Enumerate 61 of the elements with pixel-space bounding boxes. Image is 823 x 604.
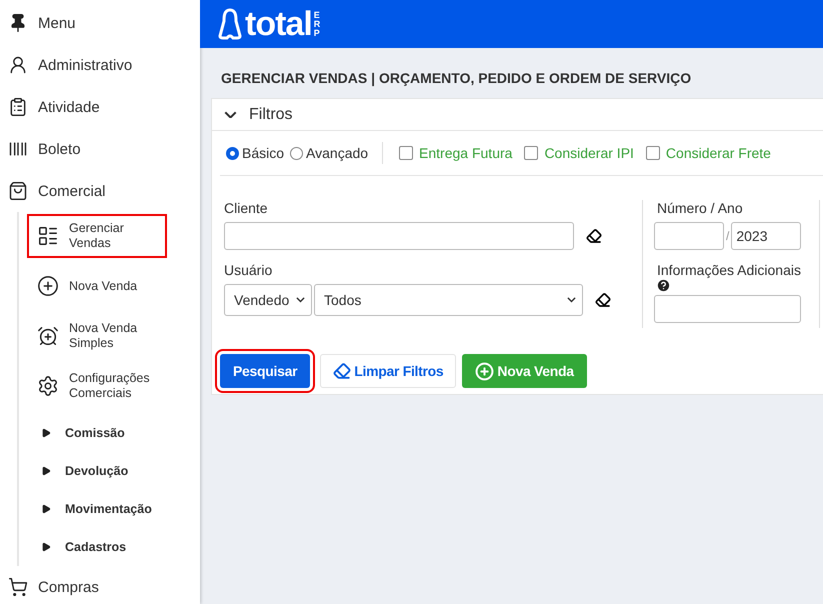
- search-button[interactable]: Pesquisar: [220, 354, 310, 388]
- eraser-icon: [333, 362, 352, 380]
- menu-item[interactable]: Administrativo: [0, 44, 200, 86]
- plus-circle-icon: [475, 362, 494, 380]
- year-field[interactable]: 2023: [731, 222, 802, 250]
- eraser-icon[interactable]: [586, 228, 602, 244]
- submenu-item[interactable]: Nova Venda: [27, 264, 148, 308]
- dropdown-icon: [296, 297, 305, 303]
- checkbox[interactable]: [399, 146, 414, 160]
- chevron-icon: [224, 110, 237, 118]
- menu-item[interactable]: Atividade: [0, 86, 200, 128]
- field-label: Usuário: [224, 262, 274, 278]
- submenu-item[interactable]: Gerenciar Vendas: [27, 214, 167, 258]
- client-field[interactable]: [224, 222, 574, 250]
- info-field[interactable]: [654, 295, 801, 323]
- user-select[interactable]: Todos: [314, 284, 583, 316]
- logo-suffix: ERP: [314, 10, 322, 38]
- checkbox-label: Entrega Futura: [419, 145, 512, 161]
- checkbox-label: Considerar IPI: [544, 145, 634, 161]
- submenu-group[interactable]: Cadastros: [27, 528, 200, 566]
- clear-filters-button[interactable]: Limpar Filtros: [320, 354, 456, 388]
- submenu-group[interactable]: Devolução: [27, 452, 200, 490]
- number-field[interactable]: [654, 222, 724, 250]
- menu-item[interactable]: Menu: [0, 2, 200, 44]
- menu-item[interactable]: Boleto: [0, 128, 200, 170]
- shopping-bag-icon: [8, 181, 28, 201]
- user-icon: [8, 55, 28, 75]
- menu-item[interactable]: Comercial: [0, 170, 200, 212]
- checkbox[interactable]: [524, 146, 538, 160]
- radio-label: Avançado: [306, 145, 368, 161]
- menu-item[interactable]: Compras: [0, 566, 200, 604]
- user-type-select[interactable]: Vendedo: [224, 284, 312, 316]
- caret-icon: [41, 542, 51, 552]
- radio-button[interactable]: [226, 146, 239, 160]
- submenu-item[interactable]: Configurações Comerciais: [27, 364, 167, 408]
- gear-icon: [37, 375, 59, 397]
- logo-icon: [217, 7, 243, 41]
- cart-icon: [8, 577, 28, 597]
- dropdown-icon: [567, 297, 576, 303]
- field-label: Informações Adicionais: [657, 262, 802, 278]
- plus-circle-icon: [37, 275, 59, 297]
- submenu-group[interactable]: Comissão: [27, 414, 200, 452]
- table-icon: [37, 225, 59, 247]
- radio-button[interactable]: [290, 146, 304, 160]
- clipboard-icon: [8, 97, 28, 117]
- separator-text: /: [726, 229, 730, 243]
- submenu-group[interactable]: Movimentação: [27, 490, 200, 528]
- checkbox[interactable]: [646, 146, 660, 160]
- caret-icon: [41, 428, 51, 438]
- alarm-clock-icon: [37, 325, 59, 347]
- radio-label: Básico: [242, 145, 284, 161]
- logo-text: total: [245, 7, 312, 41]
- help-icon[interactable]: [656, 278, 671, 293]
- caret-icon: [41, 466, 51, 476]
- eraser-icon[interactable]: [595, 292, 611, 308]
- field-label: Número / Ano: [657, 200, 744, 216]
- caret-icon: [41, 504, 51, 514]
- checkbox-label: Considerar Frete: [666, 145, 771, 161]
- field-label: Cliente: [224, 200, 269, 216]
- page-title: GERENCIAR VENDAS | ORÇAMENTO, PEDIDO E ORDEM DE SERVIÇO: [221, 70, 692, 86]
- submenu-item[interactable]: Nova Venda Simples: [27, 314, 167, 358]
